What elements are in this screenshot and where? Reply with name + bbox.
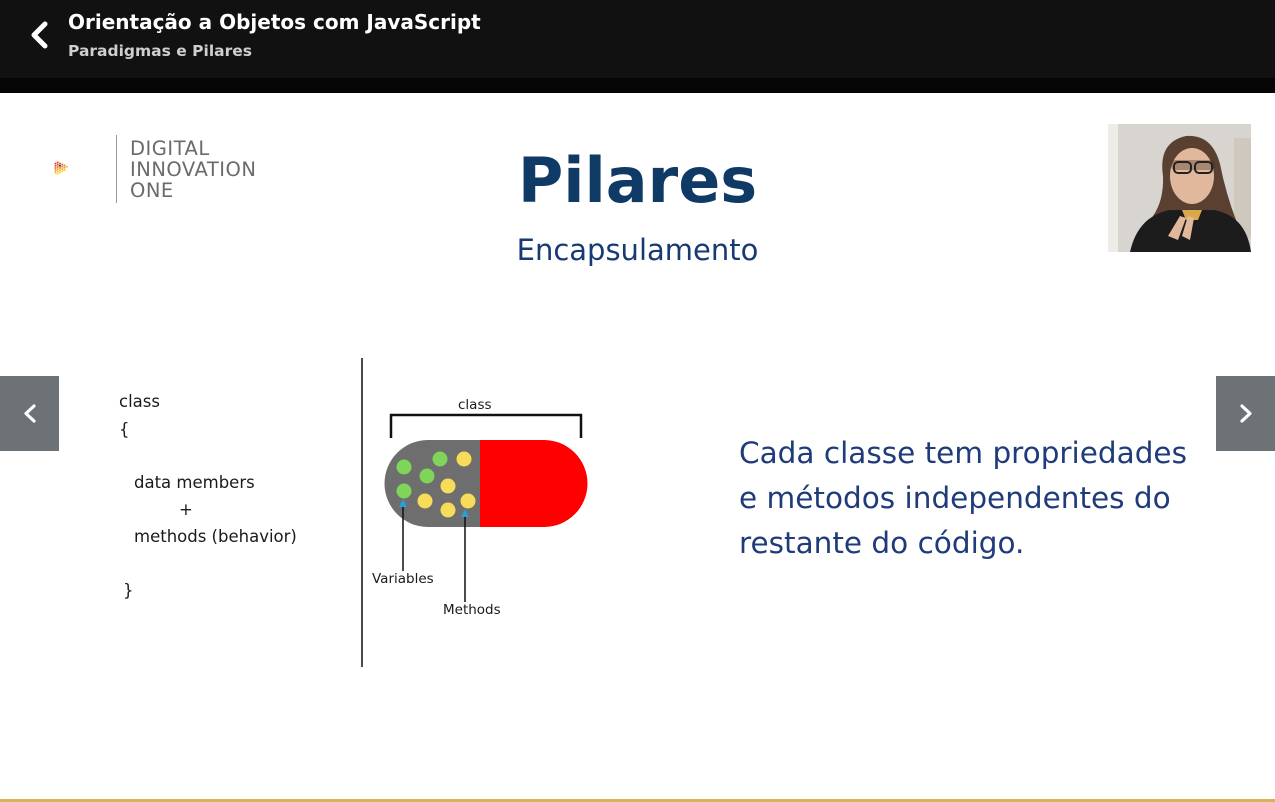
- previous-slide-button[interactable]: [0, 376, 59, 451]
- method-dot: [460, 493, 476, 509]
- diagram-variables-label: Variables: [372, 571, 434, 587]
- next-slide-button[interactable]: [1216, 376, 1275, 451]
- code-line-plus: +: [179, 500, 193, 519]
- variable-dot: [396, 459, 412, 475]
- method-dot: [417, 493, 433, 509]
- diagram-methods-label: Methods: [443, 602, 501, 618]
- method-dot: [440, 478, 456, 494]
- chevron-left-icon: [24, 404, 36, 423]
- slide-subtitle: Encapsulamento: [516, 233, 759, 267]
- header-titles: Orientação a Objetos com JavaScript Para…: [68, 9, 481, 63]
- code-line-class: class: [119, 392, 160, 411]
- header-bar: Orientação a Objetos com JavaScript Para…: [0, 0, 1275, 78]
- variable-dot: [432, 451, 448, 467]
- slide-body-text: Cada classe tem propriedades e métodos i…: [739, 436, 1187, 560]
- code-line-methods: methods (behavior): [134, 527, 297, 546]
- presenter-webcam: [1108, 124, 1251, 252]
- presenter-video-icon: [1108, 124, 1251, 252]
- capsule-diagram: [384, 413, 588, 602]
- course-title: Orientação a Objetos com JavaScript: [68, 10, 481, 34]
- slide-divider: [361, 358, 363, 667]
- method-dot: [456, 451, 472, 467]
- slide-title: Pilares: [517, 144, 758, 217]
- method-dot: [440, 502, 456, 518]
- diagram-class-label: class: [458, 397, 492, 413]
- variable-dot: [419, 468, 435, 484]
- lesson-title: Paradigmas e Pilares: [68, 42, 252, 60]
- chevron-left-icon: [31, 21, 48, 49]
- video-top-strip: [0, 78, 1275, 93]
- variable-dot: [396, 483, 412, 499]
- code-line-close-brace: }: [123, 581, 134, 600]
- back-button[interactable]: [22, 17, 58, 53]
- code-line-data-members: data members: [134, 473, 255, 492]
- chevron-right-icon: [1240, 404, 1252, 423]
- code-line-open-brace: {: [119, 420, 130, 439]
- slide: DIGITAL INNOVATION ONE Pilares Encapsula…: [0, 93, 1275, 799]
